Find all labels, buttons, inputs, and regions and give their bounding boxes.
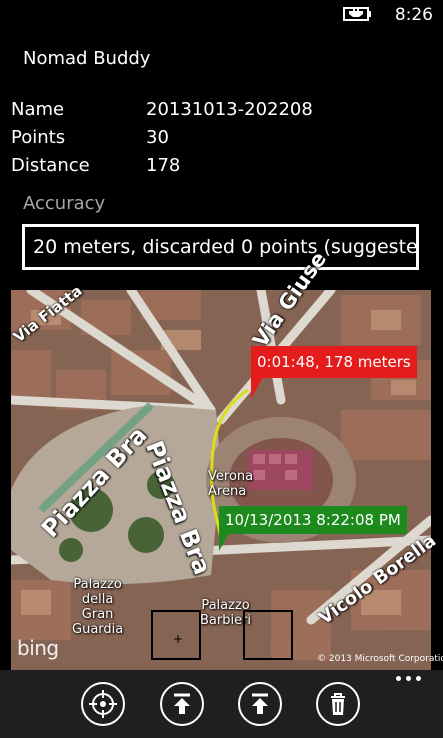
map-copyright: © 2013 Microsoft Corporation	[317, 654, 443, 664]
poi-label-verona-arena: Verona Arena	[208, 469, 254, 499]
distance-value: 178	[146, 155, 181, 176]
zoom-in-button[interactable]	[243, 610, 293, 660]
status-bar: 8:26	[0, 0, 443, 30]
accuracy-label: Accuracy	[23, 193, 106, 214]
delete-icon	[331, 693, 345, 715]
more-options-icon[interactable]	[396, 676, 422, 684]
battery-charging-icon	[343, 7, 371, 21]
points-label: Points	[11, 127, 66, 148]
delete-button[interactable]	[316, 682, 360, 726]
locate-icon	[89, 690, 117, 718]
bing-logo: bing	[17, 636, 59, 660]
application-bar	[0, 670, 443, 738]
poi-label-palazzo-gran-guardia: Palazzo della Gran Guardia	[72, 577, 124, 637]
upload-icon	[174, 693, 190, 714]
end-callout-pointer	[251, 377, 263, 399]
upload-button[interactable]	[160, 682, 204, 726]
end-callout[interactable]: 0:01:48, 178 meters	[251, 346, 417, 378]
locate-button[interactable]	[81, 682, 125, 726]
distance-label: Distance	[11, 155, 90, 176]
zoom-out-button[interactable]: +	[151, 610, 201, 660]
clock: 8:26	[394, 5, 433, 25]
name-value: 20131013-202208	[146, 99, 313, 120]
upload-icon	[252, 693, 268, 714]
accuracy-select[interactable]: 20 meters, discarded 0 points (suggested…	[22, 224, 419, 270]
start-callout-pointer	[219, 533, 229, 551]
app-title: Nomad Buddy	[23, 48, 151, 69]
upload-button-2[interactable]	[238, 682, 282, 726]
name-label: Name	[11, 99, 65, 120]
points-value: 30	[146, 127, 169, 148]
zoom-out-icon: +	[173, 632, 184, 646]
start-callout[interactable]: 10/13/2013 8:22:08 PM	[219, 506, 407, 534]
